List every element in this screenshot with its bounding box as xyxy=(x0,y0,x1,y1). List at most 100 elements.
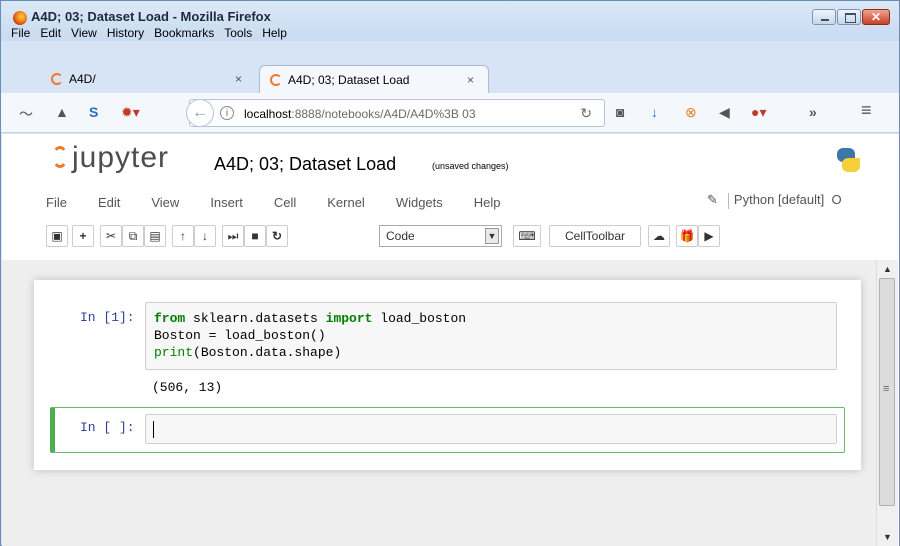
minimize-button[interactable] xyxy=(812,9,836,25)
code-line: Boston = load_boston() xyxy=(154,327,828,344)
download-icon[interactable]: ↓ xyxy=(651,104,658,120)
jupyter-menu-insert[interactable]: Insert xyxy=(210,195,243,210)
move-down-icon[interactable]: ↓ xyxy=(194,225,216,247)
tab-label: A4D/ xyxy=(69,72,96,86)
title-bar: A4D; 03; Dataset Load - Mozilla Firefox … xyxy=(1,1,899,41)
stop-icon[interactable]: ■ xyxy=(244,225,266,247)
pocket-icon[interactable]: ◙ xyxy=(616,104,624,120)
text-caret xyxy=(153,421,154,438)
restart-icon[interactable]: ↻ xyxy=(266,225,288,247)
code-token: sklearn.datasets xyxy=(185,311,326,326)
code-line: from sklearn.datasets import load_boston xyxy=(154,310,828,327)
browser-menu-edit[interactable]: Edit xyxy=(40,26,61,40)
code-input[interactable]: from sklearn.datasets import load_boston… xyxy=(145,302,837,370)
input-prompt: In [ ]: xyxy=(80,420,135,435)
jupyter-menu-cell[interactable]: Cell xyxy=(274,195,296,210)
paste-icon[interactable]: ▤ xyxy=(144,225,166,247)
jupyter-tab-icon xyxy=(270,73,282,86)
overflow-icon[interactable]: » xyxy=(809,104,817,120)
code-token: Boston = load_boston() xyxy=(154,328,326,343)
close-window-button[interactable] xyxy=(862,9,890,25)
tab-close-icon[interactable]: × xyxy=(235,72,242,86)
browser-menu-view[interactable]: View xyxy=(71,26,97,40)
code-token: from xyxy=(154,311,186,326)
send-icon[interactable]: ◀ xyxy=(719,104,730,121)
blocker-icon[interactable]: ⊗ xyxy=(685,104,697,121)
extension-icon[interactable]: ✹▾ xyxy=(121,104,140,121)
input-prompt: In [1]: xyxy=(80,310,135,325)
browser-menu-file[interactable]: File xyxy=(11,26,30,40)
jupyter-menu-help[interactable]: Help xyxy=(474,195,501,210)
output-text: (506, 13) xyxy=(152,380,223,395)
browser-menu-history[interactable]: History xyxy=(107,26,144,40)
jupyter-logo-text[interactable]: jupyter xyxy=(72,141,169,175)
move-up-icon[interactable]: ↑ xyxy=(172,225,194,247)
chevron-down-icon[interactable]: ▼ xyxy=(485,228,499,244)
browser-menu-tools[interactable]: Tools xyxy=(224,26,252,40)
window-controls xyxy=(811,9,890,25)
vertical-scrollbar[interactable]: ▲ ▼ xyxy=(876,260,898,546)
code-token: (Boston.data.shape) xyxy=(193,345,342,360)
code-token: print xyxy=(154,345,194,360)
save-icon[interactable]: ▣ xyxy=(46,225,68,247)
back-arrow-icon[interactable]: ← xyxy=(186,99,214,127)
browser-menubar: File Edit View History Bookmarks Tools Help xyxy=(11,26,287,40)
jupyter-menu-widgets[interactable]: Widgets xyxy=(396,195,443,210)
copy-icon[interactable]: ⧉ xyxy=(122,225,144,247)
notebook-area: In [1]: from sklearn.datasets import loa… xyxy=(2,260,876,546)
jupyter-menu-file[interactable]: File xyxy=(46,195,67,210)
youtube-icon[interactable]: ▶ xyxy=(698,225,720,247)
skype-icon[interactable]: S xyxy=(89,104,98,120)
jupyter-menu-view[interactable]: View xyxy=(151,195,179,210)
kernel-status-icon: O xyxy=(831,192,842,207)
keyboard-icon[interactable]: ⌨ xyxy=(513,225,541,247)
tab-strip: A4D/ × A4D; 03; Dataset Load × xyxy=(1,63,899,93)
jupyter-tab-icon xyxy=(51,73,63,85)
jupyter-menu-kernel[interactable]: Kernel xyxy=(327,195,365,210)
tab-dataset-load[interactable]: A4D; 03; Dataset Load × xyxy=(259,65,489,93)
scroll-thumb[interactable] xyxy=(879,278,895,506)
save-status: (unsaved changes) xyxy=(432,161,509,171)
jupyter-menu-edit[interactable]: Edit xyxy=(98,195,120,210)
page-content: jupyter A4D; 03; Dataset Load (unsaved c… xyxy=(2,134,899,546)
run-icon[interactable]: ⏭ xyxy=(222,225,244,247)
url-text[interactable]: localhost:8888/notebooks/A4D/A4D%3B 03 xyxy=(244,107,476,121)
python-logo-icon xyxy=(834,146,862,174)
add-cell-icon[interactable]: + xyxy=(72,225,94,247)
gift-icon[interactable]: 🎁 xyxy=(676,225,698,247)
info-icon[interactable]: i xyxy=(220,106,234,120)
kernel-name: Python [default] xyxy=(733,192,825,207)
url-bar[interactable]: ← i localhost:8888/notebooks/A4D/A4D%3B … xyxy=(186,99,605,127)
notebook-page: In [1]: from sklearn.datasets import loa… xyxy=(34,280,861,470)
code-input-empty[interactable] xyxy=(145,414,837,444)
maximize-button[interactable] xyxy=(837,9,861,25)
browser-menu-bookmarks[interactable]: Bookmarks xyxy=(154,26,214,40)
printer-icon[interactable]: ▲ xyxy=(55,104,69,120)
pencil-icon[interactable]: ✎ xyxy=(707,192,718,207)
celltoolbar-button[interactable]: CellToolbar xyxy=(549,225,641,247)
scroll-up-icon[interactable]: ▲ xyxy=(883,264,892,274)
jupyter-logo-icon[interactable] xyxy=(52,146,68,168)
cloud-upload-icon[interactable]: ☁ xyxy=(648,225,670,247)
tab-close-icon[interactable]: × xyxy=(467,73,474,87)
scroll-down-icon[interactable]: ▼ xyxy=(883,532,892,542)
browser-window: A4D; 03; Dataset Load - Mozilla Firefox … xyxy=(0,0,900,546)
kernel-indicator: ✎ Python [default] O xyxy=(707,192,842,209)
hamburger-menu-icon[interactable]: ≡ xyxy=(861,100,872,121)
adblock-icon[interactable]: ●▾ xyxy=(751,104,766,121)
firefox-icon xyxy=(13,11,27,25)
tab-a4d[interactable]: A4D/ × xyxy=(41,65,256,93)
tab-label: A4D; 03; Dataset Load xyxy=(288,72,410,87)
navigation-toolbar: 〜 ▲ S ✹▾ ← i localhost:8888/notebooks/A4… xyxy=(1,93,899,133)
jupyter-header: jupyter A4D; 03; Dataset Load (unsaved c… xyxy=(2,134,899,184)
rss-icon[interactable]: 〜 xyxy=(19,104,33,124)
code-token: load_boston xyxy=(372,311,467,326)
code-token: import xyxy=(325,311,373,326)
code-line: print(Boston.data.shape) xyxy=(154,344,828,361)
reload-icon[interactable]: ↻ xyxy=(580,105,592,122)
browser-menu-help[interactable]: Help xyxy=(262,26,287,40)
cell-type-select[interactable]: Code ▼ xyxy=(379,225,502,247)
cut-icon[interactable]: ✂ xyxy=(100,225,122,247)
window-title: A4D; 03; Dataset Load - Mozilla Firefox xyxy=(31,9,271,24)
notebook-name[interactable]: A4D; 03; Dataset Load xyxy=(214,154,396,175)
